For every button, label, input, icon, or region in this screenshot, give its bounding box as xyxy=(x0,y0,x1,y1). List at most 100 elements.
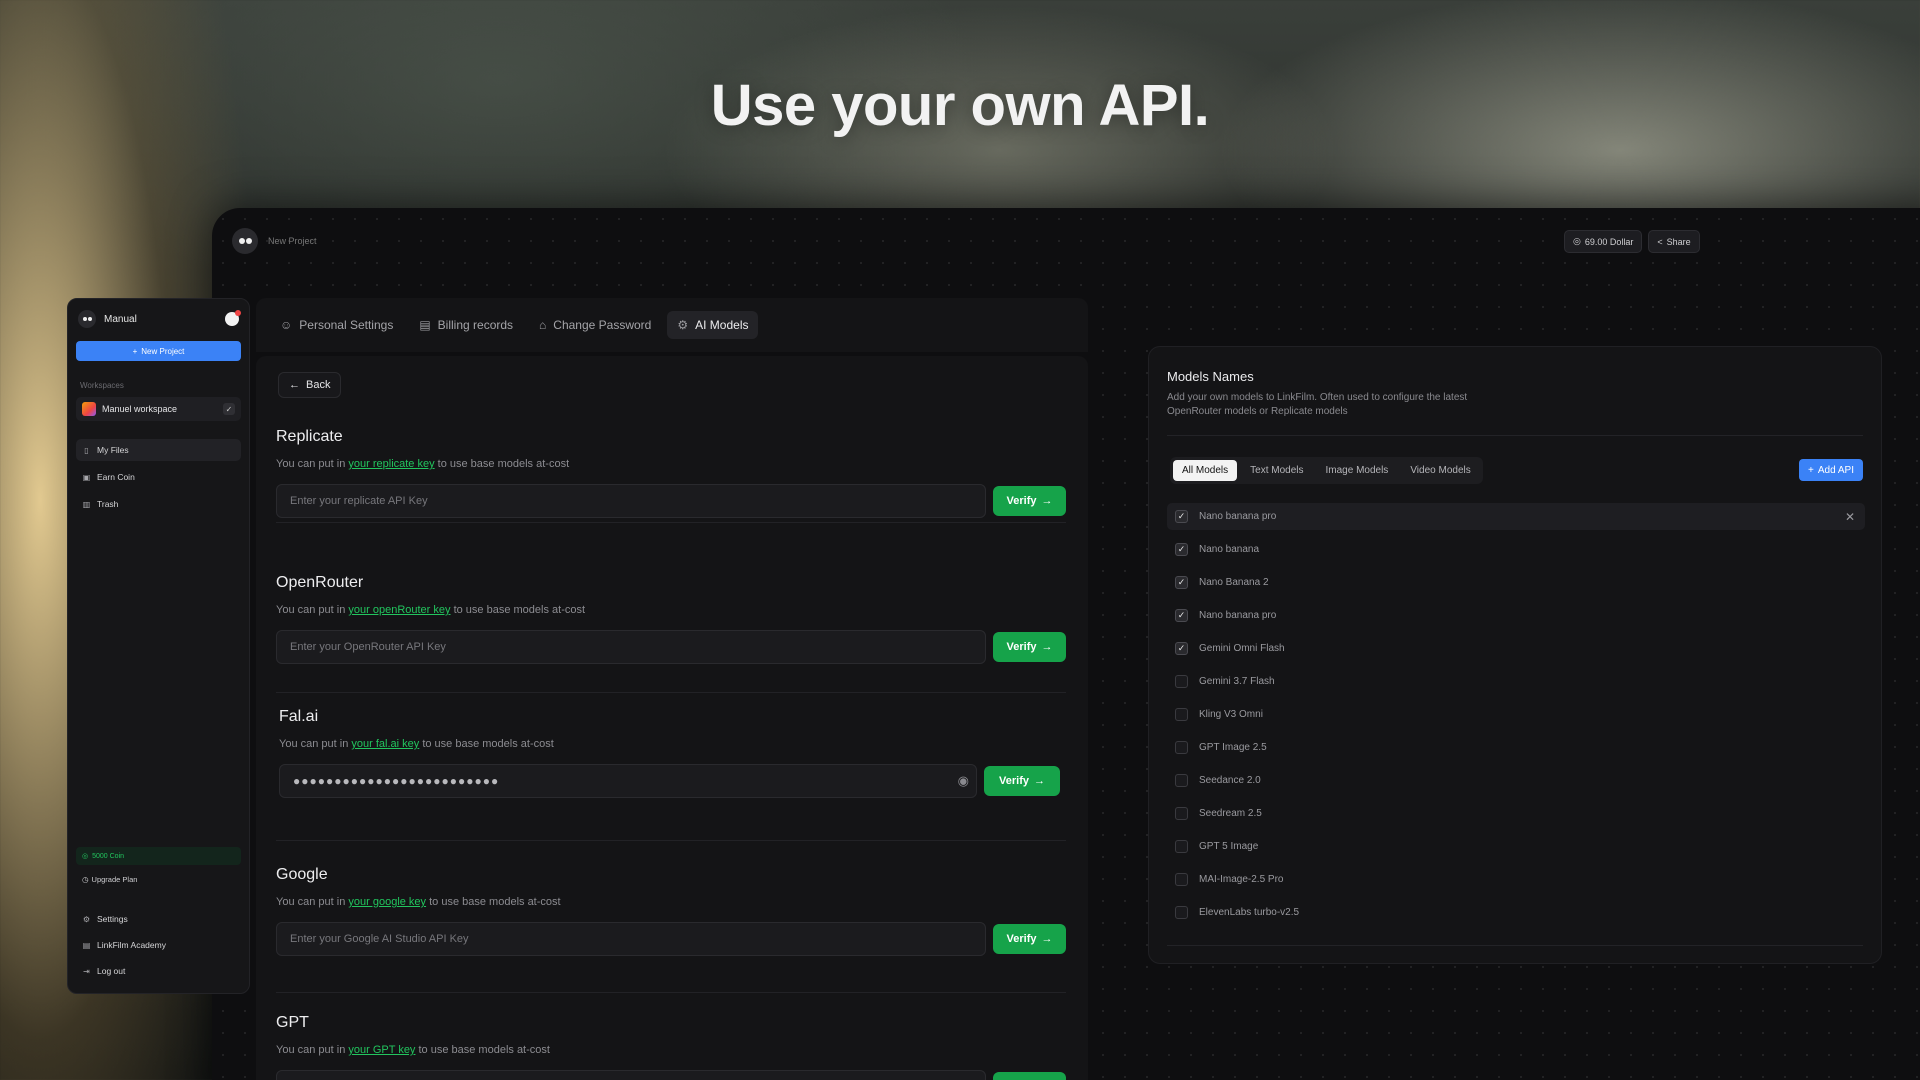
hero-headline: Use your own API. xyxy=(710,73,1210,138)
key-row: ◉ Verify → xyxy=(279,764,1069,798)
tab-ai-models[interactable]: ⚙ AI Models xyxy=(667,311,759,339)
falai-key-link[interactable]: your fal.ai key xyxy=(351,738,419,750)
api-settings-panel: ← Back Replicate You can put in your rep… xyxy=(256,356,1088,1080)
openrouter-key-input[interactable] xyxy=(276,630,986,664)
eye-icon[interactable]: ◉ xyxy=(958,773,969,789)
sidebar-item-settings[interactable]: ⚙ Settings xyxy=(76,909,241,929)
desc-suffix: to use base models at-cost xyxy=(419,738,554,750)
filter-all-models[interactable]: All Models xyxy=(1173,460,1238,481)
checkbox-unchecked[interactable] xyxy=(1175,708,1188,721)
tab-personal-settings[interactable]: ☺ Personal Settings xyxy=(270,311,403,339)
share-button[interactable]: < Share xyxy=(1648,230,1700,253)
gpt-key-link[interactable]: your GPT key xyxy=(348,1044,415,1056)
model-row[interactable]: MAI-Image-2.5 Pro xyxy=(1167,866,1865,893)
verify-button[interactable]: Verify→ xyxy=(993,924,1066,954)
google-key-link[interactable]: your google key xyxy=(348,896,426,908)
model-name: Gemini 3.7 Flash xyxy=(1199,676,1275,687)
back-label: Back xyxy=(306,379,331,391)
checkbox-checked[interactable]: ✓ xyxy=(1175,576,1188,589)
checkbox-checked[interactable]: ✓ xyxy=(1175,642,1188,655)
checkbox-unchecked[interactable] xyxy=(1175,675,1188,688)
topbar-actions: ◎ 69.00 Dollar < Share xyxy=(1564,230,1700,253)
model-name: Gemini Omni Flash xyxy=(1199,643,1285,654)
model-row[interactable]: Seedance 2.0 xyxy=(1167,767,1865,794)
user-name[interactable]: Manual xyxy=(104,314,217,325)
gpt-key-input[interactable] xyxy=(276,1070,986,1080)
filter-text-models[interactable]: Text Models xyxy=(1241,460,1312,481)
back-button[interactable]: ← Back xyxy=(278,372,342,398)
tab-change-password[interactable]: ⌂ Change Password xyxy=(529,311,661,339)
model-row[interactable]: Gemini 3.7 Flash xyxy=(1167,668,1865,695)
model-row[interactable]: ✓ Nano banana pro ✕ xyxy=(1167,503,1865,530)
tab-billing-records[interactable]: ▤ Billing records xyxy=(409,311,523,339)
sidebar-item-label: My Files xyxy=(97,445,129,455)
trash-icon: ▥ xyxy=(82,499,91,509)
divider xyxy=(1167,945,1863,946)
coin-icon: ◎ xyxy=(1573,236,1581,246)
verify-button[interactable]: Verify→ xyxy=(993,486,1066,516)
filter-image-models[interactable]: Image Models xyxy=(1317,460,1398,481)
share-icon: < xyxy=(1657,236,1663,247)
replicate-key-input[interactable] xyxy=(276,484,986,518)
checkbox-unchecked[interactable] xyxy=(1175,741,1188,754)
sidebar-item-logout[interactable]: ⇥ Log out xyxy=(76,961,241,981)
section-title: OpenRouter xyxy=(276,574,364,591)
sidebar-bottom-nav: ⚙ Settings ▤ LinkFilm Academy ⇥ Log out xyxy=(76,909,241,987)
verify-button[interactable]: Verify→ xyxy=(993,1072,1066,1080)
sidebar-item-trash[interactable]: ▥ Trash xyxy=(76,493,241,515)
sidebar-header: Manual xyxy=(78,309,241,329)
sidebar-item-label: LinkFilm Academy xyxy=(97,940,166,950)
desc-suffix: to use base models at-cost xyxy=(415,1044,550,1056)
model-row[interactable]: ✓ Nano banana xyxy=(1167,536,1865,563)
logout-icon: ⇥ xyxy=(83,966,90,976)
model-row[interactable]: ElevenLabs turbo-v2.5 xyxy=(1167,899,1865,926)
sidebar-item-earn-coin[interactable]: ▣ Earn Coin xyxy=(76,466,241,488)
model-row[interactable]: GPT Image 2.5 xyxy=(1167,734,1865,761)
model-name: Kling V3 Omni xyxy=(1199,709,1263,720)
model-row[interactable]: GPT 5 Image xyxy=(1167,833,1865,860)
model-row[interactable]: Seedream 2.5 xyxy=(1167,800,1865,827)
model-row[interactable]: ✓ Nano banana pro xyxy=(1167,602,1865,629)
app-logo[interactable] xyxy=(232,228,258,254)
new-project-label: New Project xyxy=(141,346,185,356)
google-key-input[interactable] xyxy=(276,922,986,956)
section-title: Replicate xyxy=(276,428,343,445)
sidebar-item-my-files[interactable]: ▯ My Files xyxy=(76,439,241,461)
project-title[interactable]: New Project xyxy=(268,236,317,246)
close-icon[interactable]: ✕ xyxy=(1845,510,1855,524)
model-row[interactable]: ✓ Nano Banana 2 xyxy=(1167,569,1865,596)
divider xyxy=(276,840,1066,841)
sidebar-item-academy[interactable]: ▤ LinkFilm Academy xyxy=(76,935,241,955)
avatar[interactable] xyxy=(78,310,96,328)
balance-chip[interactable]: ◎ 69.00 Dollar xyxy=(1564,230,1643,253)
openrouter-key-link[interactable]: your openRouter key xyxy=(348,604,450,616)
falai-key-input[interactable] xyxy=(279,764,977,798)
checkbox-unchecked[interactable] xyxy=(1175,906,1188,919)
notification-icon[interactable] xyxy=(225,310,241,326)
checkbox-checked[interactable]: ✓ xyxy=(1175,609,1188,622)
logo-icon xyxy=(82,317,92,321)
filter-video-models[interactable]: Video Models xyxy=(1401,460,1479,481)
section-description: You can put in your google key to use ba… xyxy=(276,896,1066,908)
verify-button[interactable]: Verify→ xyxy=(984,766,1060,796)
section-description: You can put in your fal.ai key to use ba… xyxy=(279,738,1069,750)
user-icon: ☺ xyxy=(280,318,293,332)
new-project-button[interactable]: + New Project xyxy=(76,341,241,361)
gear-icon: ⚙ xyxy=(677,318,689,332)
add-api-button[interactable]: + Add API xyxy=(1799,459,1863,481)
checkbox-checked[interactable]: ✓ xyxy=(1175,510,1188,523)
section-title: Google xyxy=(276,866,328,883)
replicate-key-link[interactable]: your replicate key xyxy=(348,458,434,470)
model-row[interactable]: ✓ Gemini Omni Flash xyxy=(1167,635,1865,662)
checkbox-checked[interactable]: ✓ xyxy=(1175,543,1188,556)
verify-button[interactable]: Verify→ xyxy=(993,632,1066,662)
checkbox-unchecked[interactable] xyxy=(1175,873,1188,886)
workspace-selector[interactable]: Manuel workspace ✓ xyxy=(76,397,241,421)
key-row: Verify → xyxy=(276,922,1066,956)
checkbox-unchecked[interactable] xyxy=(1175,840,1188,853)
model-row[interactable]: Kling V3 Omni xyxy=(1167,701,1865,728)
upgrade-plan-link[interactable]: ◷ Upgrade Plan xyxy=(82,875,137,884)
checkbox-unchecked[interactable] xyxy=(1175,774,1188,787)
checkbox-unchecked[interactable] xyxy=(1175,807,1188,820)
model-name: ElevenLabs turbo-v2.5 xyxy=(1199,907,1300,918)
